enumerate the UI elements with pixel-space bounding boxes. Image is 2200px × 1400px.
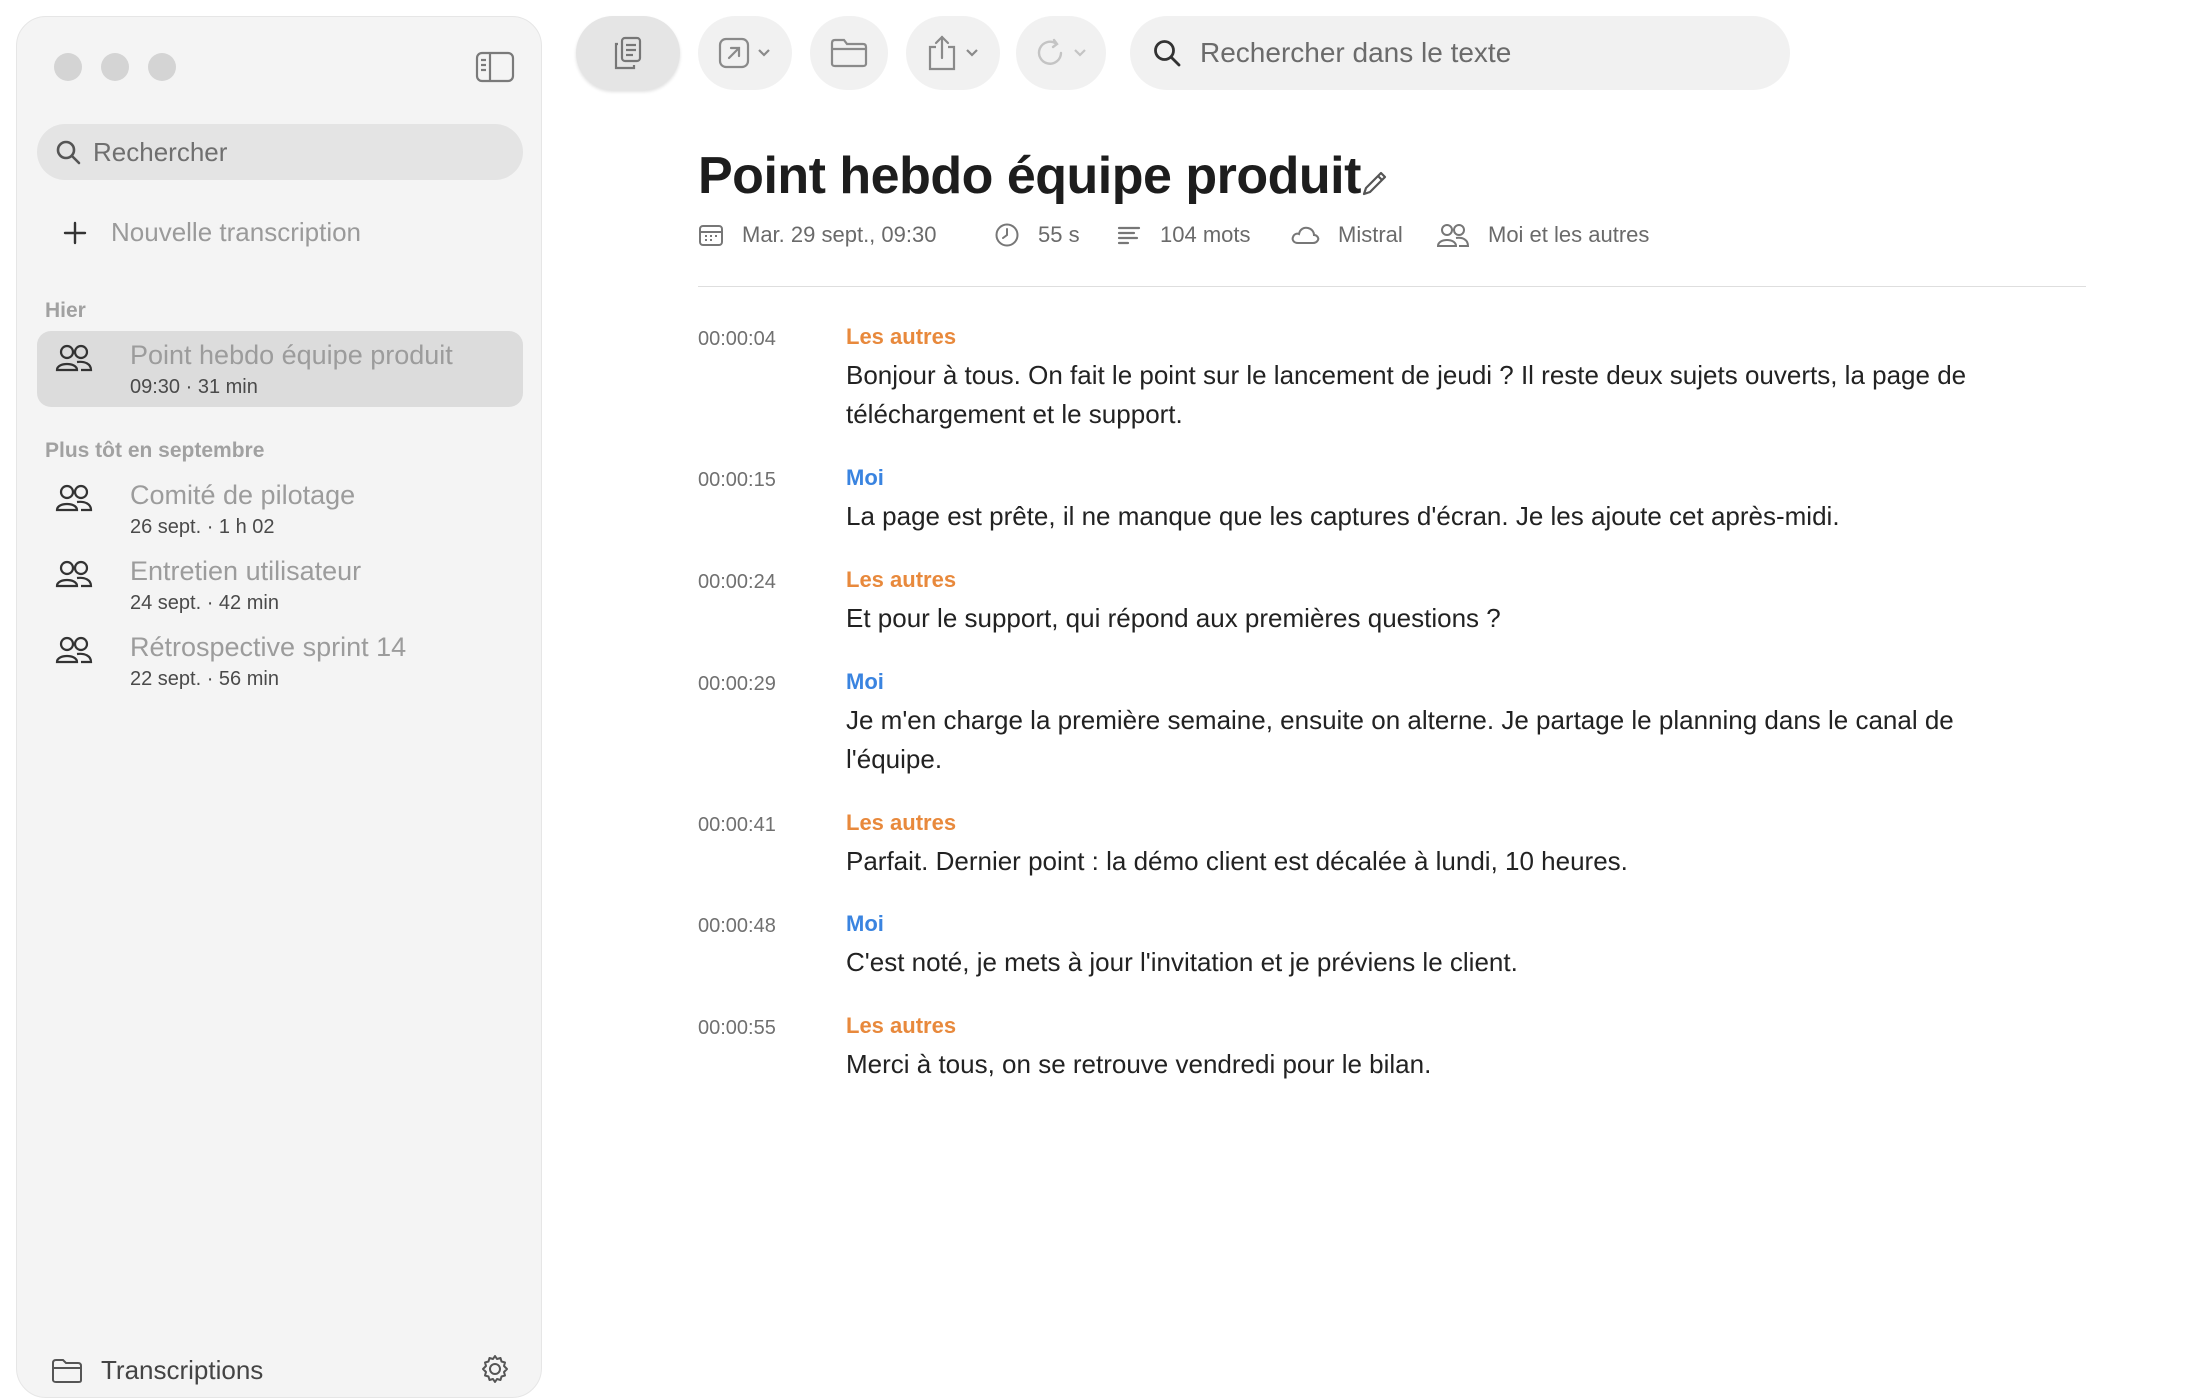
sidebar-item-title: Comité de pilotage [130,480,356,510]
close-window-button[interactable] [54,53,82,81]
text-search[interactable] [1130,16,1790,90]
meta-date: Mar. 29 sept., 09:30 [698,222,936,248]
calendar-icon [698,222,724,248]
new-transcription-button[interactable]: Nouvelle transcription [61,217,361,248]
entry-text: Je m'en charge la première semaine, ensu… [846,705,1954,774]
sidebar-search[interactable] [37,124,523,180]
meta-participants: Moi et les autres [1436,222,1649,248]
people-icon [55,559,93,589]
chevron-down-icon [756,47,772,59]
meta-duration-text: 55 s [1038,222,1080,247]
entry-text: Merci à tous, on se retrouve vendredi po… [846,1049,1432,1079]
text-search-input[interactable] [1200,37,1760,69]
sidebar-item-retrospective[interactable]: Rétrospective sprint 14 22 sept. · 56 mi… [37,623,523,699]
sidebar-item-point-hebdo[interactable]: Point hebdo équipe produit 09:30 · 31 mi… [37,331,523,407]
new-transcription-label: Nouvelle transcription [111,217,362,247]
entry-text: Bonjour à tous. On fait le point sur le … [846,360,1967,429]
sidebar-item-meta: 24 sept. · 42 min [130,592,279,614]
sidebar: Nouvelle transcription Hier Point hebdo … [16,16,542,1398]
cloud-icon [1290,222,1320,248]
copy-icon [613,36,643,70]
meta-duration: 55 s [994,222,1080,248]
entry-speaker: Les autres [846,1013,957,1038]
regenerate-button[interactable] [1016,16,1106,90]
people-icon [55,635,93,665]
entry-timestamp[interactable]: 00:00:15 [698,469,776,492]
sidebar-item-meta: 26 sept. · 1 h 02 [130,516,275,538]
meta-participants-text: Moi et les autres [1488,222,1650,247]
entry-speaker: Moi [846,465,884,490]
transcriptions-folder-button[interactable]: Transcriptions [51,1355,263,1386]
meta-engine-text: Mistral [1338,222,1403,247]
entry-text: La page est prête, il ne manque que les … [846,501,1840,531]
text-lines-icon [1116,222,1142,248]
entry-timestamp[interactable]: 00:00:41 [698,814,776,837]
open-external-icon [718,37,750,69]
entry-text: Et pour le support, qui répond aux premi… [846,603,1501,633]
people-icon [1436,222,1470,248]
copy-button[interactable] [576,16,680,90]
people-icon [55,343,93,373]
minimize-window-button[interactable] [101,53,129,81]
meta-date-text: Mar. 29 sept., 09:30 [742,222,937,247]
entry-text: C'est noté, je mets à jour l'invitation … [846,947,1518,977]
share-icon [926,34,958,72]
folder-icon [830,38,868,68]
folder-icon [51,1358,83,1384]
zoom-window-button[interactable] [148,53,176,81]
chevron-down-icon [964,47,980,59]
refresh-icon [1034,37,1066,69]
people-icon [55,483,93,513]
settings-gear-icon[interactable] [479,1353,511,1385]
sidebar-item-meta: 09:30 · 31 min [130,376,258,398]
share-button[interactable] [906,16,1000,90]
sidebar-item-title: Point hebdo équipe produit [130,340,453,370]
plus-icon [61,219,89,247]
section-title-earlier: Plus tôt en septembre [45,439,265,462]
search-icon [55,139,81,165]
meta-engine: Mistral [1290,222,1403,248]
entry-timestamp[interactable]: 00:00:04 [698,328,776,351]
page-title: Point hebdo équipe produit [698,147,1361,205]
section-title-yesterday: Hier [45,299,86,322]
window-controls [54,53,176,81]
entry-speaker: Moi [846,911,884,936]
sidebar-item-title: Entretien utilisateur [130,556,362,586]
transcriptions-label: Transcriptions [101,1355,264,1385]
chevron-down-icon [1072,47,1088,59]
search-icon [1152,38,1182,68]
entry-speaker: Moi [846,669,884,694]
entry-timestamp[interactable]: 00:00:29 [698,673,776,696]
entry-speaker: Les autres [846,810,957,835]
sidebar-item-entretien[interactable]: Entretien utilisateur 24 sept. · 42 min [37,547,523,623]
edit-title-pencil-icon[interactable] [1360,168,1390,198]
clock-icon [994,222,1020,248]
entry-text: Parfait. Dernier point : la démo client … [846,846,1628,876]
sidebar-item-comite[interactable]: Comité de pilotage 26 sept. · 1 h 02 [37,471,523,547]
open-external-button[interactable] [698,16,792,90]
open-folder-button[interactable] [810,16,888,90]
divider [698,286,2086,287]
sidebar-item-title: Rétrospective sprint 14 [130,632,407,662]
entry-timestamp[interactable]: 00:00:55 [698,1017,776,1040]
sidebar-toggle-icon[interactable] [475,51,515,83]
entry-timestamp[interactable]: 00:00:24 [698,571,776,594]
meta-words-text: 104 mots [1160,222,1251,247]
sidebar-search-input[interactable] [93,136,513,168]
meta-words: 104 mots [1116,222,1251,248]
entry-speaker: Les autres [846,567,957,592]
sidebar-item-meta: 22 sept. · 56 min [130,668,279,690]
entry-timestamp[interactable]: 00:00:48 [698,915,776,938]
entry-speaker: Les autres [846,324,957,349]
